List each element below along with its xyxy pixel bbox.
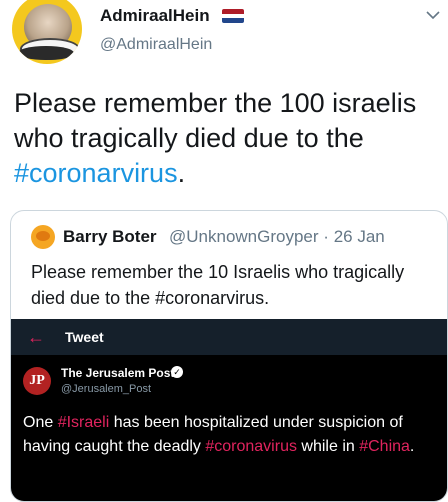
quoted-display-name[interactable]: Barry Boter: [63, 227, 157, 247]
quoted-date[interactable]: 26 Jan: [334, 227, 385, 246]
embedded-screenshot: ← Tweet JP The Jerusalem Post ✓ @Jerusal…: [11, 319, 447, 501]
tweet-text: Please remember the 100 israelis who tra…: [14, 88, 417, 188]
embedded-header-title: Tweet: [65, 329, 104, 345]
embedded-account-handle: @Jerusalem_Post: [61, 383, 152, 395]
jerusalem-post-logo: JP: [23, 367, 51, 395]
chevron-down-icon[interactable]: [425, 8, 441, 22]
embedded-header: ← Tweet: [11, 319, 447, 355]
back-arrow-icon: ←: [27, 327, 45, 347]
quoted-meta: @UnknownGroyper · 26 Jan: [169, 227, 385, 247]
quoted-tweet-text: Please remember the 10 Israelis who trag…: [31, 262, 405, 308]
embedded-account-name: The Jerusalem Post: [61, 366, 175, 380]
avatar-hat: [18, 46, 74, 60]
netherlands-flag-icon: [222, 9, 244, 23]
author-handle[interactable]: @AdmiraalHein: [100, 36, 212, 54]
hashtag-link[interactable]: #coronarvirus: [14, 158, 178, 188]
meta-separator: ·: [323, 227, 329, 246]
quoted-handle[interactable]: @UnknownGroyper: [169, 227, 319, 246]
quoted-tweet-card[interactable]: Barry Boter @UnknownGroyper · 26 Jan Ple…: [10, 210, 448, 502]
author-avatar[interactable]: [12, 0, 82, 64]
author-display-name[interactable]: AdmiraalHein: [100, 6, 210, 26]
embedded-tweet-text: One #Israeli has been hospitalized under…: [23, 414, 415, 455]
quoted-avatar[interactable]: [31, 225, 55, 249]
verified-badge-icon: ✓: [171, 366, 183, 378]
